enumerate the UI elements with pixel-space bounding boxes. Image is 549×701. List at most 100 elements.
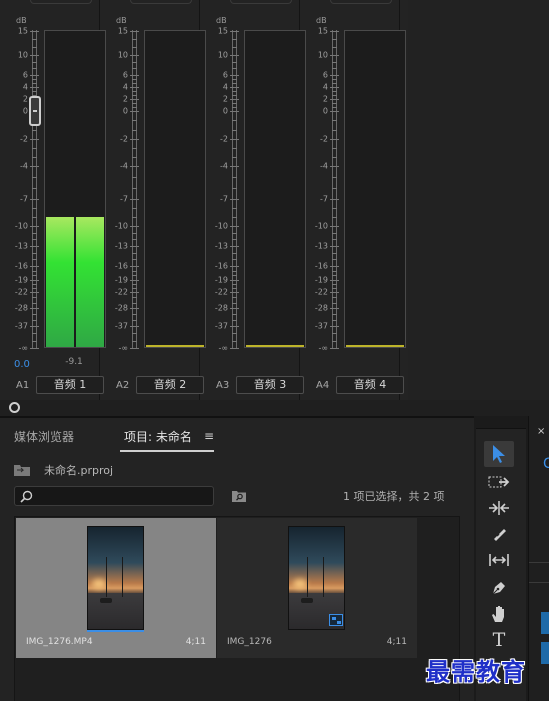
db-minor-tick bbox=[332, 103, 337, 104]
hand-tool[interactable] bbox=[484, 601, 514, 627]
db-minor-tick bbox=[32, 275, 37, 277]
meter-floor-indicator bbox=[346, 345, 404, 347]
db-minor-tick bbox=[232, 217, 237, 218]
db-tickmark bbox=[30, 280, 39, 281]
db-minor-tick bbox=[232, 270, 237, 272]
db-tick-label: 6 bbox=[222, 70, 228, 80]
db-minor-tick bbox=[332, 61, 337, 63]
db-tick-label: -28 bbox=[114, 303, 128, 313]
db-tickmark bbox=[130, 139, 139, 140]
channel-top-control[interactable] bbox=[230, 0, 292, 4]
project-folder-icon[interactable] bbox=[14, 464, 30, 476]
track-name-field[interactable]: 音频 3 bbox=[236, 376, 304, 394]
channel-top-control[interactable] bbox=[330, 0, 392, 4]
db-minor-tick bbox=[332, 39, 337, 40]
db-minor-tick bbox=[232, 68, 237, 70]
db-minor-tick bbox=[32, 270, 37, 272]
db-minor-tick bbox=[32, 314, 37, 315]
slip-tool[interactable] bbox=[484, 547, 514, 573]
db-minor-tick bbox=[132, 103, 137, 104]
db-tick-label: -19 bbox=[214, 275, 228, 285]
sequence-name: IMG_1276 bbox=[227, 637, 272, 647]
db-tick-label: 10 bbox=[317, 50, 328, 60]
channel-top-control[interactable] bbox=[130, 0, 192, 4]
project-item-sequence[interactable]: IMG_1276 4;11 bbox=[217, 518, 417, 658]
db-tick-label: 2 bbox=[222, 94, 228, 104]
db-minor-tick bbox=[332, 284, 337, 285]
pen-tool[interactable] bbox=[484, 575, 514, 601]
db-tick-label: -10 bbox=[214, 221, 228, 231]
track-name-field[interactable]: 音频 4 bbox=[336, 376, 404, 394]
selection-tool[interactable] bbox=[484, 441, 514, 467]
db-minor-tick bbox=[332, 340, 337, 342]
db-minor-tick bbox=[232, 340, 237, 342]
db-tickmark bbox=[230, 166, 239, 167]
db-minor-tick bbox=[332, 217, 337, 218]
db-minor-tick bbox=[232, 83, 237, 84]
level-meter bbox=[344, 30, 406, 348]
db-tick-label: -2 bbox=[320, 134, 328, 144]
type-tool[interactable]: T bbox=[484, 627, 514, 653]
db-minor-tick bbox=[132, 275, 137, 277]
db-tickmark bbox=[330, 31, 339, 32]
db-tick-label: 6 bbox=[122, 70, 128, 80]
tab-media-browser[interactable]: 媒体浏览器 bbox=[14, 428, 74, 445]
db-minor-tick bbox=[132, 288, 137, 289]
db-tickmark bbox=[30, 55, 39, 56]
track-name-field[interactable]: 音频 2 bbox=[136, 376, 204, 394]
track-id-label: A1 bbox=[16, 380, 30, 391]
track-name-field[interactable]: 音频 1 bbox=[36, 376, 104, 394]
db-minor-tick bbox=[32, 129, 37, 131]
db-minor-tick bbox=[332, 239, 337, 241]
track-clip-stub[interactable] bbox=[541, 612, 549, 634]
channel-top-control[interactable] bbox=[30, 0, 92, 4]
mixer-channel-a4: dB 15 10 6 4 2 0 -2 -4 -7 -10 -13 -16 -19 -22 -28 -37 -∞ A… bbox=[300, 0, 406, 400]
scroll-knob[interactable] bbox=[9, 402, 20, 413]
project-item-clip[interactable]: IMG_1276.MP4 4;11 bbox=[16, 518, 216, 658]
mixer-empty-area bbox=[408, 0, 549, 400]
db-tick-label: -37 bbox=[214, 321, 228, 331]
db-tickmark bbox=[130, 308, 139, 309]
db-minor-tick bbox=[232, 188, 237, 189]
db-minor-tick bbox=[232, 275, 237, 277]
track-select-tool[interactable] bbox=[484, 469, 514, 495]
ripple-edit-tool[interactable] bbox=[484, 495, 514, 521]
volume-value[interactable]: 0.0 bbox=[14, 359, 30, 370]
mixer-scrollbar[interactable] bbox=[0, 400, 549, 416]
db-tickmark bbox=[30, 31, 39, 32]
close-icon[interactable]: × bbox=[537, 426, 545, 437]
panel-menu-icon[interactable]: ≡ bbox=[204, 429, 214, 443]
arrow-pointer-icon bbox=[493, 445, 505, 463]
db-tick-label: -22 bbox=[314, 287, 328, 297]
db-tickmark bbox=[30, 292, 39, 293]
db-tickmark bbox=[130, 326, 139, 327]
razor-tool[interactable] bbox=[484, 521, 514, 547]
db-tick-label: 0 bbox=[322, 106, 328, 116]
db-tickmark bbox=[330, 199, 339, 200]
premiere-workspace: dB 15 10 6 4 2 0 -2 -4 -7 -10 -13 -16 -19 -22 -28 -37 -∞ 0… bbox=[0, 0, 549, 701]
db-tick-label: -∞ bbox=[118, 343, 128, 353]
db-tickmark bbox=[230, 348, 239, 349]
db-tick-label: 15 bbox=[117, 26, 128, 36]
track-clip-stub[interactable] bbox=[541, 642, 549, 664]
db-tick-label: 2 bbox=[322, 94, 328, 104]
db-minor-tick bbox=[32, 61, 37, 63]
db-minor-tick bbox=[232, 47, 237, 48]
volume-fader-handle[interactable] bbox=[29, 96, 41, 126]
db-tickmark bbox=[330, 326, 339, 327]
db-minor-tick bbox=[132, 314, 137, 315]
db-minor-tick bbox=[232, 314, 237, 315]
db-minor-tick bbox=[132, 259, 137, 261]
track-select-forward-icon bbox=[488, 476, 510, 488]
db-tick-label: 10 bbox=[117, 50, 128, 60]
db-tickmark bbox=[330, 246, 339, 247]
db-tick-label: -4 bbox=[220, 161, 228, 171]
db-minor-tick bbox=[232, 177, 237, 178]
db-minor-tick bbox=[32, 252, 37, 254]
db-minor-tick bbox=[132, 340, 137, 342]
search-input[interactable] bbox=[14, 486, 214, 506]
db-tick-label: -4 bbox=[320, 161, 328, 171]
db-minor-tick bbox=[332, 120, 337, 122]
tab-project[interactable]: 项目: 未命名 bbox=[124, 428, 192, 445]
new-search-bin-icon[interactable] bbox=[232, 489, 246, 502]
